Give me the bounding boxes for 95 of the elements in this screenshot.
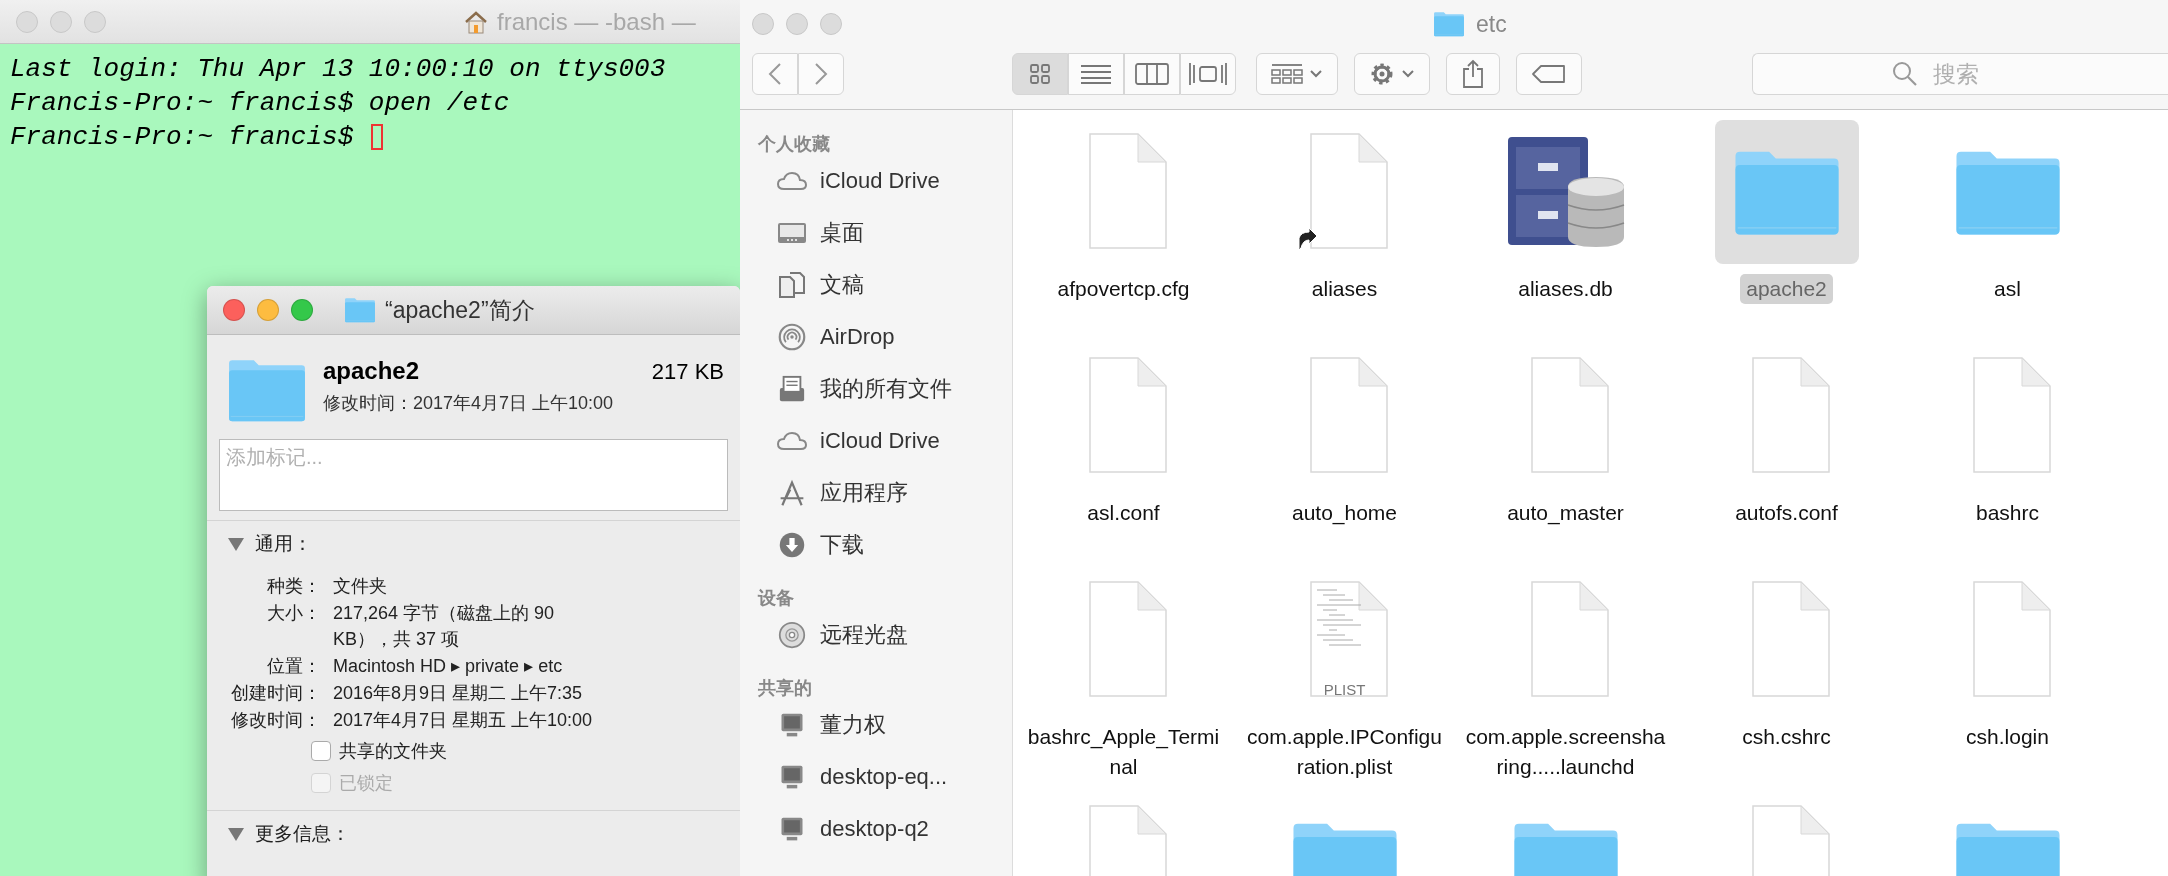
sidebar-item[interactable]: 远程光盘 [758,616,1012,654]
back-button[interactable] [752,53,798,95]
file-name[interactable]: com.apple.IPConfiguration.plist [1238,722,1451,782]
file-name[interactable]: aliases.db [1512,274,1619,304]
folder-icon [343,297,377,323]
file-name[interactable]: apache2 [1740,274,1833,304]
property-value: 2017年4月7日 星期五 上午10:00 [333,709,594,732]
zoom-button[interactable] [84,10,106,33]
property-value: 217,264 字节（磁盘上的 90 KB），共 37 项 [333,602,556,651]
close-button[interactable] [752,13,774,35]
property-value: 文件夹 [333,575,388,598]
forward-button[interactable] [798,53,844,95]
icons-view-button[interactable] [1012,53,1068,95]
columns-view-button[interactable] [1124,53,1180,95]
minimize-button[interactable] [50,10,72,33]
coverflow-view-button[interactable] [1180,53,1236,95]
sidebar-item[interactable]: desktop-q2 [758,810,1012,848]
settings-button[interactable] [1354,53,1430,95]
house-icon [463,9,489,34]
sidebar-item[interactable]: 我的所有文件 [758,370,1012,408]
file-name[interactable]: com.apple.screensharing.....launchd [1459,722,1672,782]
file-name[interactable]: asl.conf [1081,498,1166,528]
file-type-label: PLIST [1322,681,1367,698]
terminal-line: Last login: Thu Apr 13 10:00:10 on ttys003 [10,53,666,86]
airdrop-icon [776,323,808,351]
file-name[interactable]: aliases [1305,274,1384,304]
section-title: 通用： [255,532,312,556]
caret-icon [1401,69,1415,79]
grid-icon [1029,63,1051,85]
checkbox-label: 已锁定 [339,772,393,795]
file-name[interactable]: autofs.conf [1729,498,1844,528]
checkbox[interactable] [311,741,331,761]
file-name[interactable]: csh.login [1960,722,2055,752]
sidebar-item[interactable]: 应用程序 [758,474,1012,512]
terminal-line: Francis-Pro:~ francis$ open /etc [10,87,510,120]
sidebar-item[interactable]: iCloud Drive [758,422,1012,460]
cover-flow-icon [1188,62,1228,86]
share-button[interactable] [1446,53,1500,95]
expanded-triangle-icon[interactable] [227,826,245,842]
documents-icon [776,271,808,299]
list-icon [1080,64,1112,84]
sidebar-item[interactable]: AirDrop [758,318,1012,356]
property-label: 创建时间： [230,682,321,705]
disc-icon [776,621,808,649]
terminal-line: Francis-Pro:~ francis$ [10,121,355,154]
chevron-left-icon [767,62,783,86]
file-name[interactable]: bashrc_Apple_Terminal [1017,722,1230,782]
file-name[interactable]: auto_master [1501,498,1630,528]
property-label: 种类： [266,575,321,598]
caret-icon [1309,69,1323,79]
tags-field[interactable]: 添加标记... [219,439,728,511]
share-icon [1461,59,1485,89]
file-name[interactable]: auto_home [1285,498,1404,528]
sidebar-heading: 个人收藏 [758,133,831,156]
property-value: Macintosh HD ▸ private ▸ etc [333,655,564,678]
sidebar-heading: 设备 [758,587,795,610]
file-name[interactable]: afpovertcp.cfg [1051,274,1196,304]
tag-icon [1531,64,1567,84]
file-icon-background[interactable]: PLIST [1272,568,1417,712]
window-title: “apache2”简介 [385,295,535,325]
search-icon [1892,61,1918,87]
file-name[interactable]: bashrc [1970,498,2045,528]
file-name[interactable]: csh.cshrc [1736,722,1837,752]
minimize-button[interactable] [786,13,808,35]
checkbox-label: 共享的文件夹 [339,740,447,763]
arrange-button[interactable] [1256,53,1338,95]
zoom-button[interactable] [820,13,842,35]
columns-icon [1135,63,1169,85]
expanded-triangle-icon[interactable] [227,536,245,552]
sidebar-item[interactable]: 桌面 [758,214,1012,252]
arrange-icon [1271,63,1303,85]
property-label: 大小： [266,602,321,625]
property-label: 修改时间： [230,709,321,732]
sidebar-item[interactable]: 文稿 [758,266,1012,304]
file-name[interactable]: asl [1988,274,2027,304]
search-field[interactable]: 搜索 [1752,53,2168,95]
close-button[interactable] [16,10,38,33]
window-title: etc [1476,10,1507,38]
sidebar-heading: 共享的 [758,677,813,700]
property-label: 位置： [266,655,321,678]
section-title: 更多信息： [255,822,350,846]
gear-icon [1369,61,1395,87]
sidebar-item[interactable]: 董力权 [758,706,1012,744]
sidebar-item[interactable]: 下载 [758,526,1012,564]
tag-button[interactable] [1516,53,1582,95]
chevron-right-icon [813,62,829,86]
window-title: francis — -bash — [497,7,696,36]
property-value: 2016年8月9日 星期二 上午7:35 [333,682,584,705]
folder-icon [1432,11,1466,37]
file-name: apache2 [323,357,420,385]
sidebar-item[interactable]: desktop-eq... [758,758,1012,796]
file-size: 217 KB [651,359,724,385]
sidebar-item[interactable]: iCloud Drive [758,162,1012,200]
list-view-button[interactable] [1068,53,1124,95]
modified-date: 修改时间：2017年4月7日 上午10:00 [323,392,615,415]
